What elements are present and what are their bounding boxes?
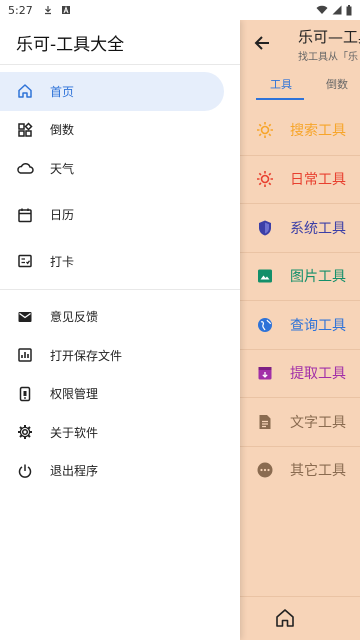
chart-icon: [16, 346, 34, 364]
drawer-title: 乐可-工具大全: [16, 35, 125, 55]
drawer-item-checkin[interactable]: 打卡: [0, 242, 240, 281]
drawer-item-label: 意见反馈: [50, 310, 99, 325]
status-bar: 5:27: [0, 0, 360, 20]
gear-icon: [16, 423, 34, 441]
status-time: 5:27: [8, 3, 33, 17]
apps-icon: [16, 121, 34, 139]
calendar-icon: [16, 206, 34, 224]
drawer-item-label: 关于软件: [50, 425, 99, 440]
drawer-item-open-saved-files[interactable]: 打开保存文件: [0, 336, 240, 375]
wifi-icon: [316, 5, 328, 14]
home-icon: [16, 82, 34, 100]
battery-icon: [346, 4, 352, 15]
drawer-item-label: 打卡: [50, 254, 75, 269]
drawer-item-calendar[interactable]: 日历: [0, 196, 240, 235]
drawer-item-about[interactable]: 关于软件: [0, 413, 240, 452]
permission-icon: [16, 385, 34, 403]
drawer-item-label: 打开保存文件: [50, 348, 123, 363]
drawer-item-home[interactable]: 首页: [0, 72, 224, 111]
divider: [0, 288, 240, 290]
drawer-item-label: 退出程序: [50, 464, 99, 479]
mail-icon: [16, 308, 34, 326]
checkin-icon: [16, 252, 34, 270]
power-icon: [16, 462, 34, 480]
cloud-icon: [16, 159, 34, 177]
divider: [0, 64, 240, 65]
drawer-item-feedback[interactable]: 意见反馈: [0, 298, 240, 337]
drawer-item-label: 天气: [50, 161, 75, 176]
signal-icon: [332, 5, 342, 15]
drawer-item-weather[interactable]: 天气: [0, 149, 240, 188]
drawer-scrim[interactable]: [240, 20, 360, 640]
drawer-item-permissions[interactable]: 权限管理: [0, 375, 240, 414]
a-icon: [61, 6, 70, 14]
drawer-item-label: 倒数: [50, 123, 75, 138]
drawer-item-label: 权限管理: [50, 387, 99, 402]
drawer-item-label: 首页: [50, 84, 75, 99]
download-icon: [44, 6, 51, 15]
navigation-drawer: 乐可-工具大全 首页 倒数 天气 日历 打卡 意见反馈 打开保存文件 权限管理 …: [0, 20, 240, 640]
drawer-menu: 首页 倒数 天气 日历 打卡 意见反馈 打开保存文件 权限管理 关于软件 退出程…: [0, 72, 240, 490]
drawer-item-exit[interactable]: 退出程序: [0, 452, 240, 491]
drawer-item-label: 日历: [50, 208, 75, 223]
drawer-item-countdown[interactable]: 倒数: [0, 111, 240, 150]
